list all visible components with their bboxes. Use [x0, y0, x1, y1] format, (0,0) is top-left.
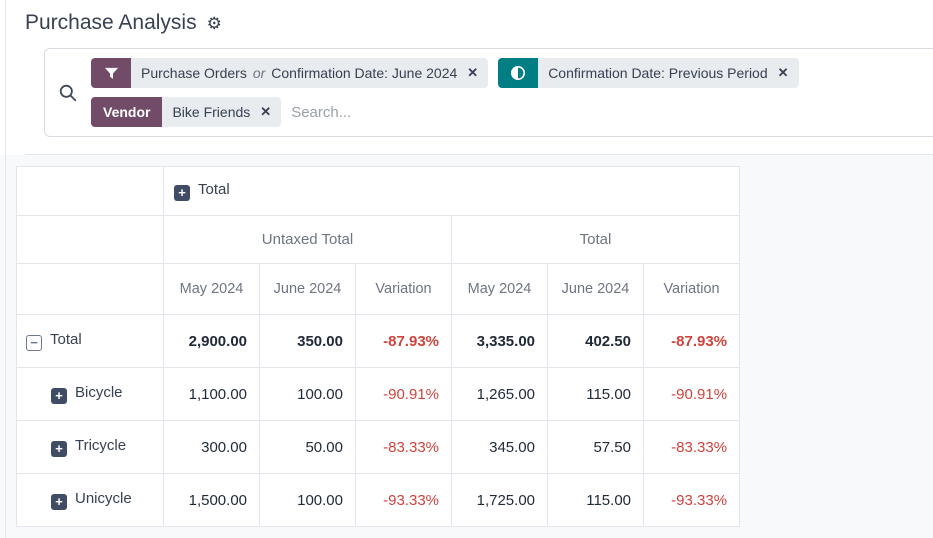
search-icon [45, 58, 91, 127]
facet-comparison-text: Confirmation Date: Previous Period [548, 65, 767, 81]
page-title: Purchase Analysis ⚙ [25, 11, 222, 35]
facet-comparison-label: Confirmation Date: Previous Period ✕ [538, 58, 798, 88]
col-root-row: + Total [17, 167, 740, 216]
expand-row-icon[interactable]: + [51, 494, 67, 510]
page-title-label: Purchase Analysis [25, 11, 197, 35]
pivot-corner [17, 264, 164, 315]
subcol-header-may-2024[interactable]: May 2024 [452, 264, 548, 315]
facet-groupby-label: Bike Friends ✕ [162, 97, 281, 127]
row-label: Unicycle [75, 490, 132, 507]
subcol-header-june-2024[interactable]: June 2024 [548, 264, 644, 315]
row-header-bicycle[interactable]: + Bicycle [17, 368, 164, 421]
variation-cell: -87.93% [356, 315, 452, 368]
subheader-row: May 2024June 2024VariationMay 2024June 2… [17, 264, 740, 315]
value-cell: 1,265.00 [452, 368, 548, 421]
row-label: Tricycle [75, 437, 126, 454]
search-bar[interactable]: Purchase Orders or Confirmation Date: Ju… [44, 48, 933, 137]
comparison-half-circle-icon [498, 58, 538, 88]
facet-groupby-remove-icon[interactable]: ✕ [256, 104, 271, 120]
expand-row-icon[interactable]: + [51, 441, 67, 457]
value-cell: 115.00 [548, 474, 644, 527]
value-cell: 1,500.00 [164, 474, 260, 527]
variation-cell: -93.33% [356, 474, 452, 527]
facet-area: Purchase Orders or Confirmation Date: Ju… [91, 58, 933, 127]
value-cell: 3,335.00 [452, 315, 548, 368]
pivot-row-tricycle: +Tricycle300.0050.00-83.33%345.0057.50-8… [17, 421, 740, 474]
facet-filter-label: Purchase Orders or Confirmation Date: Ju… [131, 58, 488, 88]
expand-column-icon[interactable]: + [174, 185, 190, 201]
control-panel: Purchase Analysis ⚙ Purchase Orders or C… [0, 0, 933, 155]
variation-cell: -90.91% [356, 368, 452, 421]
value-cell: 1,100.00 [164, 368, 260, 421]
facet-filter-part1: Purchase Orders [141, 65, 247, 81]
facet-filter-or: or [253, 65, 265, 81]
variation-cell: -83.33% [356, 421, 452, 474]
facet-groupby-value: Bike Friends [172, 104, 250, 120]
facet-comparison-remove-icon[interactable]: ✕ [774, 65, 789, 81]
value-cell: 50.00 [260, 421, 356, 474]
value-cell: 350.00 [260, 315, 356, 368]
row-label: Bicycle [75, 384, 123, 401]
variation-cell: -90.91% [644, 368, 740, 421]
measure-untaxed-total[interactable]: Untaxed Total [164, 216, 452, 264]
value-cell: 57.50 [548, 421, 644, 474]
collapse-row-icon[interactable]: − [26, 335, 42, 351]
row-header-total[interactable]: −Total [17, 315, 164, 368]
facet-groupby-vendor: Vendor Bike Friends ✕ [91, 97, 281, 127]
value-cell: 402.50 [548, 315, 644, 368]
value-cell: 115.00 [548, 368, 644, 421]
pivot-row-bicycle: +Bicycle1,100.00100.00-90.91%1,265.00115… [17, 368, 740, 421]
facet-comparison: Confirmation Date: Previous Period ✕ [498, 58, 798, 88]
pivot-corner [17, 167, 164, 216]
facet-filter-remove-icon[interactable]: ✕ [463, 65, 478, 81]
subcol-header-variation[interactable]: Variation [356, 264, 452, 315]
gear-icon[interactable]: ⚙ [207, 15, 222, 32]
row-header-unicycle[interactable]: + Unicycle [17, 474, 164, 527]
pivot-row-unicycle: +Unicycle1,500.00100.00-93.33%1,725.0011… [17, 474, 740, 527]
value-cell: 1,725.00 [452, 474, 548, 527]
value-cell: 100.00 [260, 368, 356, 421]
row-header-tricycle[interactable]: + Tricycle [17, 421, 164, 474]
expand-row-icon[interactable]: + [51, 388, 67, 404]
pivot-corner [17, 216, 164, 264]
col-header-total[interactable]: + Total [164, 167, 740, 216]
col-root-label: Total [198, 181, 230, 198]
value-cell: 345.00 [452, 421, 548, 474]
pivot-row-total: −Total2,900.00350.00-87.93%3,335.00402.5… [17, 315, 740, 368]
value-cell: 300.00 [164, 421, 260, 474]
value-cell: 2,900.00 [164, 315, 260, 368]
measures-row: Untaxed Total Total [17, 216, 740, 264]
facet-filter: Purchase Orders or Confirmation Date: Ju… [91, 58, 488, 88]
window-left-border [5, 0, 6, 538]
filter-funnel-icon [91, 58, 131, 88]
search-input[interactable] [291, 104, 933, 121]
variation-cell: -83.33% [644, 421, 740, 474]
row-label: Total [50, 331, 82, 348]
facet-groupby-name: Vendor [91, 97, 162, 127]
facet-filter-part2: Confirmation Date: June 2024 [271, 65, 457, 81]
value-cell: 100.00 [260, 474, 356, 527]
pivot-view: +Total Untaxed Total Total May 2024June … [0, 155, 933, 538]
subcol-header-variation[interactable]: Variation [644, 264, 740, 315]
variation-cell: -93.33% [644, 474, 740, 527]
subcol-header-june-2024[interactable]: June 2024 [260, 264, 356, 315]
pivot-table: +Total Untaxed Total Total May 2024June … [16, 166, 740, 527]
subcol-header-may-2024[interactable]: May 2024 [164, 264, 260, 315]
measure-total[interactable]: Total [452, 216, 740, 264]
variation-cell: -87.93% [644, 315, 740, 368]
